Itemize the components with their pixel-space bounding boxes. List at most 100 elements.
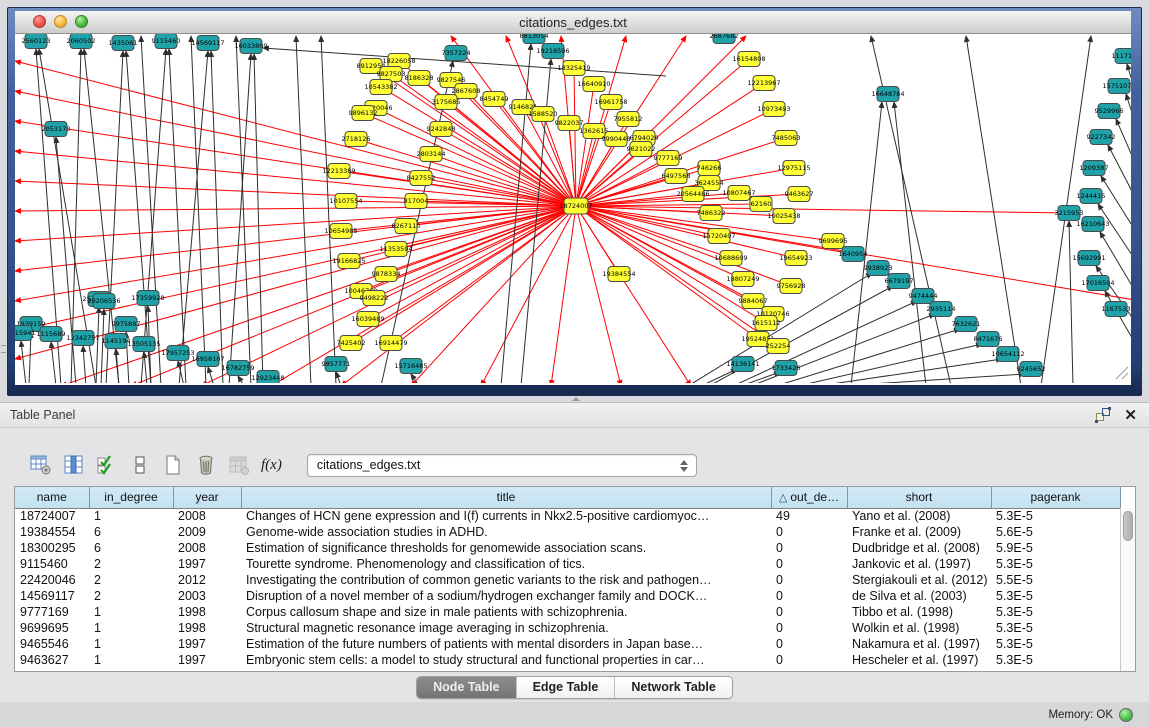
graph-node[interactable]: 8267110 [392, 219, 421, 234]
graph-edge[interactable] [254, 54, 263, 383]
table-row[interactable]: 946362711997Embryonic stem cells: a mode… [15, 652, 1120, 668]
column-header-year[interactable]: year [173, 487, 241, 508]
table-cell[interactable]: 5.3E-5 [991, 620, 1120, 636]
table-cell[interactable]: 18724007 [15, 508, 89, 524]
graph-node[interactable]: 16640910 [577, 77, 610, 92]
tab-edge-table[interactable]: Edge Table [517, 677, 616, 698]
table-row[interactable]: 1938455462009Genome-wide association stu… [15, 524, 1120, 540]
graph-node[interactable]: 252254 [766, 339, 791, 354]
tab-network-table[interactable]: Network Table [615, 677, 732, 698]
table-cell[interactable]: 2 [89, 572, 173, 588]
table-cell[interactable]: Genome-wide association studies in ADHD. [241, 524, 771, 540]
graph-edge[interactable] [15, 206, 576, 271]
table-cell[interactable]: 1998 [173, 620, 241, 636]
graph-edge[interactable] [271, 206, 576, 383]
table-cell[interactable]: 0 [771, 636, 847, 652]
table-cell[interactable]: 2 [89, 588, 173, 604]
rows-icon[interactable] [129, 454, 151, 476]
graph-node[interactable]: 2718126 [342, 132, 371, 147]
table-cell[interactable]: 0 [771, 556, 847, 572]
table-cell[interactable]: 2008 [173, 508, 241, 524]
column-header-pagerank[interactable]: pagerank [991, 487, 1120, 508]
table-cell[interactable]: 6 [89, 540, 173, 556]
graph-node[interactable]: 2053170 [42, 122, 71, 137]
table-cell[interactable]: 5.5E-5 [991, 572, 1120, 588]
graph-node[interactable]: 2803144 [417, 147, 446, 162]
graph-node[interactable]: 18325419 [557, 61, 590, 76]
table-cell[interactable]: 5.3E-5 [991, 604, 1120, 620]
graph-node[interactable]: 2935114 [927, 302, 956, 317]
graph-node[interactable]: 9975887 [112, 317, 141, 332]
graph-node[interactable]: 6679197 [885, 274, 914, 289]
table-cell[interactable]: Corpus callosum shape and size in male p… [241, 604, 771, 620]
graph-node[interactable]: 8471676 [974, 332, 1003, 347]
graph-node[interactable]: 12213967 [747, 76, 780, 91]
table-cell[interactable]: 18300295 [15, 540, 89, 556]
column-header-out_de[interactable]: △out_de… [771, 487, 847, 508]
graph-hub-node[interactable]: 18724007 [559, 198, 592, 214]
graph-edge[interactable] [1108, 145, 1131, 226]
graph-node[interactable]: 1244415 [1077, 189, 1106, 204]
graph-node[interactable]: 10654112 [991, 347, 1024, 362]
table-cell[interactable]: 9699695 [15, 620, 89, 636]
graph-node[interactable]: 16914479 [374, 336, 407, 351]
graph-edge[interactable] [411, 206, 576, 383]
function-builder-icon[interactable]: f(x) [261, 457, 282, 474]
graph-edge[interactable] [1069, 221, 1073, 383]
graph-node[interactable]: 1640954 [839, 247, 868, 262]
graph-node[interactable]: 1117104 [1112, 49, 1131, 64]
float-window-icon[interactable] [1095, 407, 1112, 424]
table-cell[interactable]: 1 [89, 636, 173, 652]
table-cell[interactable]: 9463627 [15, 652, 89, 668]
graph-node[interactable]: 1145194 [102, 334, 131, 349]
graph-edge[interactable] [576, 206, 691, 383]
table-cell[interactable]: Hescheler et al. (1997) [847, 652, 991, 668]
table-row[interactable]: 1872400712008Changes of HCN gene express… [15, 508, 1120, 524]
table-cell[interactable]: Estimation of significance thresholds fo… [241, 540, 771, 556]
graph-node[interactable]: 10107554 [329, 194, 362, 209]
table-cell[interactable]: 1997 [173, 652, 241, 668]
close-panel-icon[interactable]: ✕ [1124, 407, 1137, 424]
table-cell[interactable]: de Silva et al. (2003) [847, 588, 991, 604]
table-cell[interactable]: 2009 [173, 524, 241, 540]
graph-node[interactable]: 7485063 [772, 131, 801, 146]
table-cell[interactable]: 9465546 [15, 636, 89, 652]
graph-node[interactable]: 1435061 [109, 36, 138, 51]
graph-node[interactable]: 16154808 [732, 52, 765, 67]
network-canvas[interactable]: 1822605889129549827503105433828186328982… [15, 34, 1131, 385]
graph-node[interactable]: 9699695 [819, 234, 848, 249]
table-mode-icon[interactable] [30, 454, 52, 476]
graph-node[interactable]: 1615112 [752, 316, 781, 331]
graph-node[interactable]: 15720407 [702, 229, 735, 244]
table-cell[interactable]: 6 [89, 524, 173, 540]
graph-node[interactable]: 9529966 [1095, 104, 1124, 119]
table-cell[interactable]: 1 [89, 508, 173, 524]
graph-node[interactable]: 19166825 [332, 254, 365, 269]
graph-node[interactable]: 14569117 [191, 36, 224, 51]
table-cell[interactable]: 5.3E-5 [991, 508, 1120, 524]
show-columns-icon[interactable] [63, 454, 85, 476]
scrollbar-thumb[interactable] [1123, 511, 1133, 541]
table-cell[interactable]: 5.6E-5 [991, 524, 1120, 540]
table-cell[interactable]: 2012 [173, 572, 241, 588]
graph-edge[interactable] [56, 137, 76, 383]
import-table-icon[interactable] [228, 454, 250, 476]
graph-node[interactable]: 8454749 [480, 92, 509, 107]
graph-node[interactable]: 9896132 [349, 106, 378, 121]
graph-node[interactable]: 746266 [697, 161, 722, 176]
table-cell[interactable]: 0 [771, 652, 847, 668]
graph-edge[interactable] [894, 102, 926, 383]
graph-node[interactable]: 17957253 [161, 346, 194, 361]
table-vertical-scrollbar[interactable] [1120, 508, 1135, 671]
graph-edge[interactable] [818, 359, 1002, 383]
node-table-header[interactable]: namein_degreeyeartitle△out_de…shortpager… [15, 487, 1120, 508]
graph-node[interactable]: 9884067 [739, 294, 768, 309]
graph-node[interactable]: 16958107 [191, 352, 224, 367]
graph-edge[interactable] [15, 206, 576, 211]
graph-node[interactable]: 9463627 [785, 187, 814, 202]
table-cell[interactable]: Structural magnetic resonance image aver… [241, 620, 771, 636]
table-cell[interactable]: 1 [89, 652, 173, 668]
graph-node[interactable]: 16961758 [594, 95, 627, 110]
table-cell[interactable]: Tibbo et al. (1998) [847, 604, 991, 620]
table-cell[interactable]: 5.9E-5 [991, 540, 1120, 556]
